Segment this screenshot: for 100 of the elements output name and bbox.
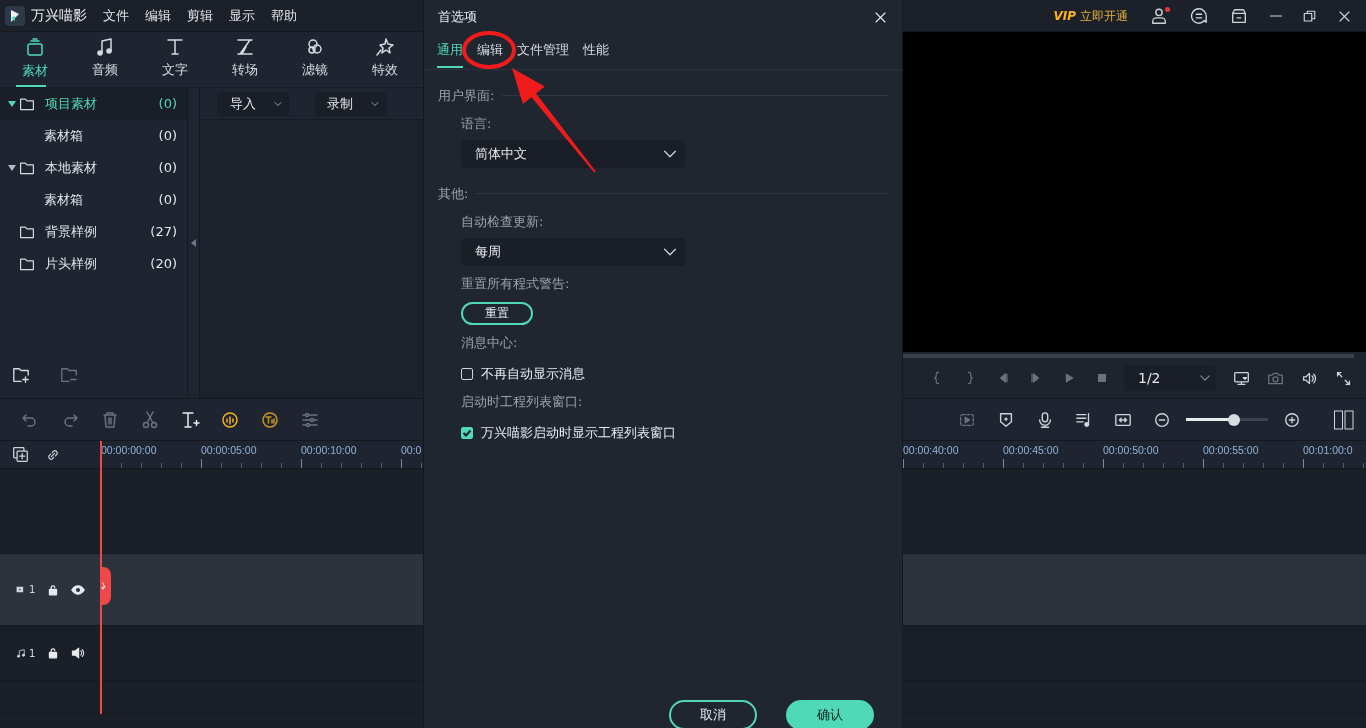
item-count: (27) [150,223,177,242]
tree-item[interactable]: 片头样例 (20) [0,248,187,280]
add-text-icon[interactable] [180,409,200,430]
expand-arrow-icon[interactable] [8,100,16,108]
folder-icon [19,96,35,112]
time-label: 00:00:05:00 [201,443,258,458]
item-count: (0) [158,127,177,146]
zoom-out-icon[interactable] [1153,410,1171,429]
lock-icon[interactable] [47,583,60,596]
item-count: (20) [150,255,177,274]
media-tab[interactable]: 转场 [210,32,280,87]
collapse-handle-icon[interactable] [191,239,196,247]
select-field[interactable]: 简体中文 [461,140,685,168]
vip-link[interactable]: 立即开通 [1080,6,1128,25]
time-label: 00:00:45:00 [1003,443,1060,458]
checkbox[interactable] [461,426,473,439]
marker-icon[interactable] [997,410,1015,429]
speaker-icon[interactable] [71,646,86,660]
menu-item[interactable]: 文件 [103,5,129,26]
tree-label: 项目素材 [45,95,97,114]
scissors-icon[interactable] [140,409,160,430]
dropdown-button[interactable]: 导入 [217,91,289,116]
item-count: (0) [158,95,177,114]
delete-icon[interactable] [100,409,120,430]
menu-item[interactable]: 帮助 [271,5,297,26]
microphone-icon[interactable] [1036,410,1054,429]
highlight-circle [462,31,516,69]
menu-item[interactable]: 剪辑 [187,5,213,26]
chat-icon[interactable] [1190,7,1208,26]
zoom-in-icon[interactable] [1283,410,1301,429]
media-tab[interactable]: 音频 [70,32,140,87]
item-count: (0) [158,191,177,210]
folder-icon [19,256,35,272]
dropdown-button[interactable]: 录制 [314,91,386,116]
tree-label: 素材箱 [44,191,83,210]
media-icon [25,38,45,59]
folder-icon [19,160,35,176]
dialog-tab[interactable]: 编辑 [477,34,503,68]
zoom-slider[interactable] [1186,413,1268,426]
tree-item[interactable]: 素材箱 (0) [0,120,187,152]
transition-icon [235,36,255,57]
new-folder-icon[interactable] [12,366,30,384]
checkbox-label: 万兴喵影启动时显示工程列表窗口 [481,424,676,442]
text-speech-icon[interactable] [260,409,280,430]
track-number: 1 [29,583,36,597]
add-track-icon[interactable] [12,446,29,463]
text-icon [165,36,185,57]
folder-icon[interactable] [60,366,78,384]
fullscreen-icon[interactable] [1335,369,1352,387]
dialog-tab[interactable]: 性能 [583,34,609,68]
restore-icon[interactable] [1302,8,1317,24]
select-field[interactable]: 每周 [461,238,685,266]
field-label: 启动时工程列表窗口: [461,392,584,411]
tree-item[interactable]: 素材箱 (0) [0,184,187,216]
star-icon [375,36,395,57]
section-heading: 其他: [438,185,469,203]
media-tab[interactable]: 文字 [140,32,210,87]
tree-label: 素材箱 [44,127,83,146]
dialog-title: 首选项 [438,8,477,27]
store-icon[interactable] [1230,7,1248,26]
menu-item[interactable]: 编辑 [145,5,171,26]
time-label: 00:01:00:0 [1303,443,1354,458]
media-tab[interactable]: 特效 [350,32,420,87]
tree-item[interactable]: 项目素材 (0) [0,88,187,120]
split-handle[interactable] [100,567,111,605]
monitor-icon[interactable] [1233,369,1250,387]
pause-icon[interactable] [1334,409,1354,430]
app-name: 万兴喵影 [31,6,87,25]
page-select[interactable]: 1/2 [1124,365,1216,391]
media-tab[interactable]: 滤镜 [280,32,350,87]
confirm-button[interactable]: 确认 [786,700,874,728]
field-label: 语言: [461,114,493,133]
reset-button[interactable]: 重置 [461,301,533,325]
tree-item[interactable]: 本地素材 (0) [0,152,187,184]
eye-icon[interactable] [71,582,86,597]
circles-icon [305,36,325,57]
field-label: 自动检查更新: [461,212,545,231]
tree-item[interactable]: 背景样例 (27) [0,216,187,248]
time-label: 00:00:40:00 [903,443,960,458]
music-note-icon [95,36,115,57]
audio-wave-icon[interactable] [220,409,240,430]
dialog-tab[interactable]: 文件管理 [517,34,569,68]
slider-thumb[interactable] [1228,413,1241,426]
time-label: 00:00:50:00 [1103,443,1160,458]
checkbox-label: 不再自动显示消息 [481,365,585,383]
account-icon[interactable] [1150,6,1168,25]
section-heading: 用户界面: [438,87,495,105]
track-number: 1 [29,646,36,661]
expand-arrow-icon[interactable] [8,164,16,172]
cancel-button[interactable]: 取消 [669,700,757,728]
checkbox[interactable] [461,367,473,380]
media-tab[interactable]: 素材 [0,32,70,87]
menu-item[interactable]: 显示 [229,5,255,26]
field-label: 消息中心: [461,333,519,352]
time-label: 00:00:55:00 [1203,443,1260,458]
tree-label: 背景样例 [45,223,97,242]
time-label: 00:00:10:00 [301,443,358,458]
time-label: 00:0 [401,443,423,458]
dialog-tab[interactable]: 通用 [437,34,463,68]
lock-icon[interactable] [47,647,60,659]
